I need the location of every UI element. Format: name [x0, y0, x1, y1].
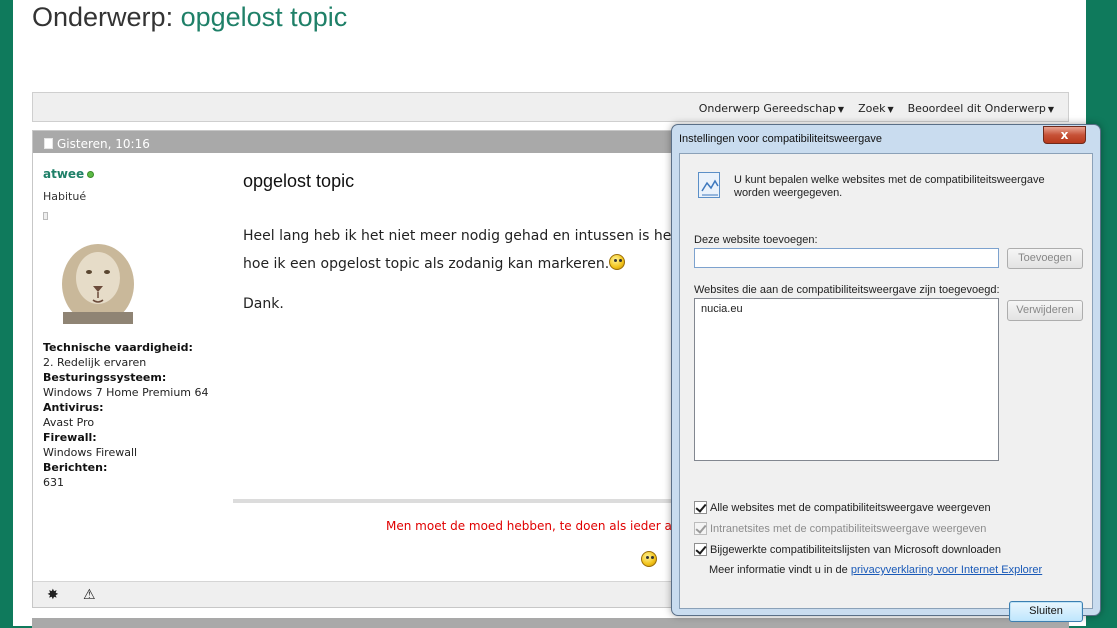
dialog-title: Instellingen voor compatibiliteitsweerga…: [679, 133, 882, 145]
user-info: atwee Habitué Technische vaardigheid: 2.…: [43, 167, 223, 490]
site-list-label: Websites die aan de compatibiliteitsweer…: [694, 284, 1000, 296]
thread-toolbar: Onderwerp Gereedschap ▼ Zoek ▼ Beoordeel d…: [32, 92, 1069, 122]
intranet-compat-checkbox-row: Intranetsites met de compatibiliteitswee…: [694, 522, 986, 535]
avatar[interactable]: [53, 234, 143, 324]
thread-tools-menu[interactable]: Onderwerp Gereedschap ▼: [699, 102, 844, 115]
user-title: Habitué: [43, 190, 87, 203]
field-value: Avast Pro: [43, 416, 95, 429]
cool-smiley-icon: [641, 551, 657, 567]
checkbox-label: Bijgewerkte compatibiliteitslijsten van …: [710, 543, 1002, 556]
field-label: Berichten:: [43, 461, 108, 474]
download-lists-checkbox[interactable]: [694, 543, 707, 556]
reputation-icon: [43, 212, 48, 220]
add-site-label: Deze website toevoegen:: [694, 234, 818, 246]
page-title-prefix: Onderwerp:: [32, 2, 174, 32]
field-value: 631: [43, 476, 64, 489]
post-timestamp: Gisteren, 10:16: [57, 137, 150, 151]
lion-avatar-icon: [62, 244, 134, 324]
signature-text: Men moet de moed hebben, te doen als ied…: [386, 519, 688, 533]
post-thanks: Dank.: [243, 296, 284, 312]
rate-thread-label: Beoordeel dit Onderwerp: [907, 102, 1046, 115]
field-label: Besturingssysteem:: [43, 371, 167, 384]
post-text-line-2: hoe ik een opgelost topic als zodanig ka…: [243, 250, 703, 278]
user-fields: Technische vaardigheid: 2. Redelijk erva…: [43, 340, 223, 490]
add-site-input[interactable]: [694, 248, 999, 268]
dialog-close-button[interactable]: x: [1043, 126, 1086, 144]
next-post-header: [32, 618, 1069, 628]
page-title: Onderwerp: opgelost topic: [32, 2, 347, 33]
rate-thread-menu[interactable]: Beoordeel dit Onderwerp ▼: [908, 102, 1054, 115]
site-list-item[interactable]: nucia.eu: [701, 303, 992, 315]
chevron-down-icon: ▼: [1047, 105, 1054, 114]
post-title: opgelost topic: [243, 171, 355, 191]
smiley-icon: [609, 254, 626, 270]
compat-view-icon: [698, 172, 720, 198]
username[interactable]: atwee: [43, 167, 223, 181]
dialog-content: U kunt bepalen welke websites met de com…: [679, 153, 1093, 622]
show-all-compat-checkbox[interactable]: [694, 501, 707, 514]
compat-view-dialog: Instellingen voor compatibiliteitsweerga…: [671, 124, 1101, 622]
post-text-line: Heel lang heb ik het niet meer nodig geh…: [243, 228, 672, 244]
privacy-statement-link[interactable]: privacyverklaring voor Internet Explorer: [851, 564, 1042, 576]
post-text-line: hoe ik een opgelost topic als zodanig ka…: [243, 256, 610, 272]
document-icon: [44, 137, 53, 149]
remove-site-button[interactable]: Verwijderen: [1007, 300, 1083, 321]
search-menu[interactable]: Zoek ▼: [858, 102, 894, 115]
star-icon[interactable]: ✸: [47, 587, 59, 603]
checkbox-label: Alle websites met de compatibiliteitswee…: [710, 501, 991, 514]
add-site-button[interactable]: Toevoegen: [1007, 248, 1083, 269]
field-value: 2. Redelijk ervaren: [43, 356, 147, 369]
intranet-compat-checkbox: [694, 522, 707, 535]
more-info-text: Meer informatie vindt u in de privacyver…: [709, 564, 1042, 576]
field-value: Windows 7 Home Premium 64: [43, 386, 209, 399]
online-status-icon: [87, 170, 95, 178]
field-label: Firewall:: [43, 431, 97, 444]
site-list[interactable]: nucia.eu: [694, 298, 999, 461]
dialog-info-text: U kunt bepalen welke websites met de com…: [734, 174, 1045, 199]
post-body: opgelost topic Heel lang heb ik het niet…: [243, 171, 703, 312]
chevron-down-icon: ▼: [887, 105, 894, 114]
close-icon: x: [1060, 128, 1069, 142]
checkbox-label: Intranetsites met de compatibiliteitswee…: [710, 522, 987, 535]
warning-icon[interactable]: ⚠: [83, 587, 96, 603]
field-value: Windows Firewall: [43, 446, 138, 459]
download-lists-checkbox-row[interactable]: Bijgewerkte compatibiliteitslijsten van …: [694, 543, 1001, 556]
page-title-topic: opgelost topic: [180, 2, 348, 32]
signature-divider: [233, 499, 693, 503]
thread-tools-label: Onderwerp Gereedschap: [698, 102, 836, 115]
post-text: Heel lang heb ik het niet meer nodig geh…: [243, 222, 703, 278]
chevron-down-icon: ▼: [837, 105, 845, 114]
show-all-compat-checkbox-row[interactable]: Alle websites met de compatibiliteitswee…: [694, 501, 991, 514]
field-label: Technische vaardigheid:: [43, 341, 193, 354]
field-label: Antivirus:: [43, 401, 104, 414]
close-dialog-button[interactable]: Sluiten: [1009, 601, 1083, 622]
more-info-prefix: Meer informatie vindt u in de: [709, 564, 848, 576]
search-menu-label: Zoek: [858, 102, 886, 115]
username-label: atwee: [43, 167, 85, 181]
